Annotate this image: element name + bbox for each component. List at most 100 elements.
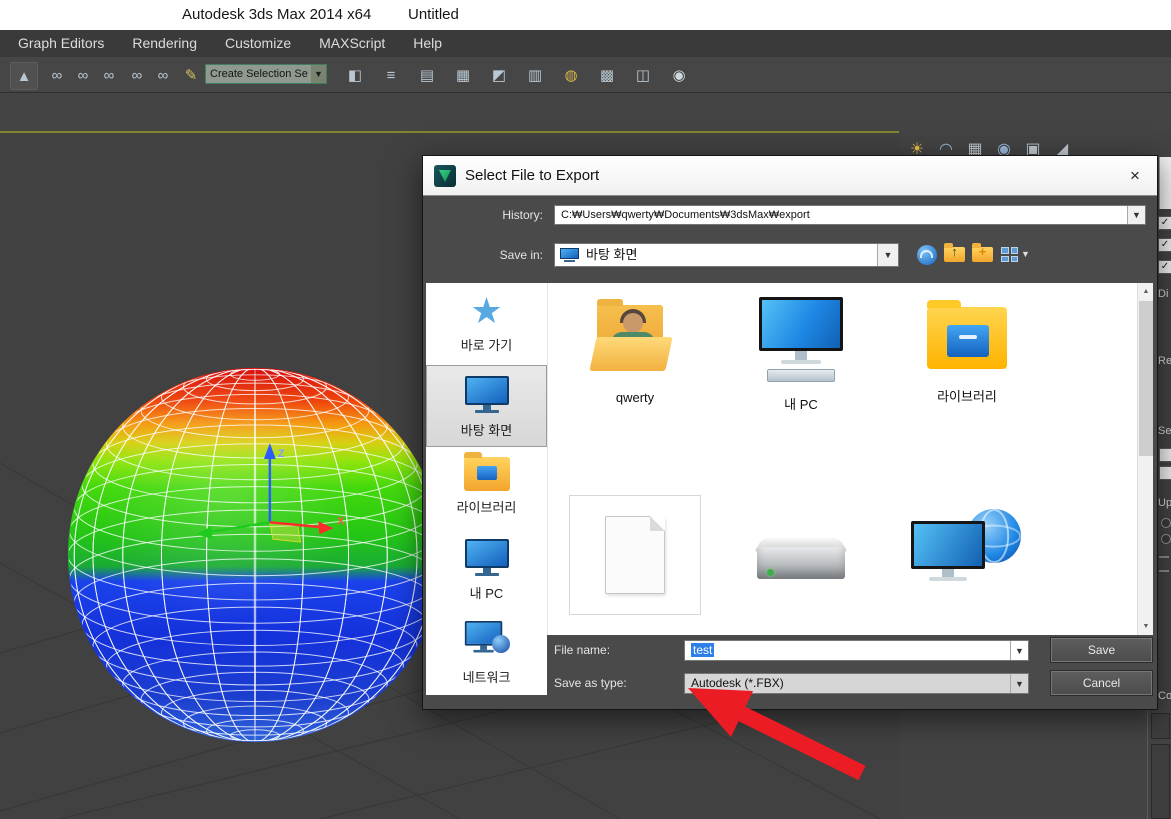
- save-in-label: Save in:: [499, 248, 543, 262]
- save-in-dropdown-arrow-icon[interactable]: ▼: [877, 244, 898, 266]
- file-item-blank-file[interactable]: [552, 495, 718, 615]
- dialog-titlebar[interactable]: Select File to Export ×: [423, 156, 1157, 196]
- select-file-to-export-dialog: Select File to Export × History: C:₩User…: [422, 155, 1158, 710]
- dialog-title: Select File to Export: [465, 167, 600, 184]
- save-in-combobox[interactable]: 바탕 화면 ▼: [554, 243, 899, 267]
- network-computer-icon: [911, 509, 1023, 597]
- libraries-folder-icon: [463, 452, 510, 491]
- scroll-down-icon[interactable]: ▼: [1138, 618, 1153, 635]
- file-item-label: qwerty: [615, 390, 655, 405]
- sphere-shading: [67, 367, 443, 743]
- file-item-drive[interactable]: [718, 495, 884, 615]
- computer-icon: [753, 297, 849, 385]
- panel-checkbox-2[interactable]: ✓: [1158, 238, 1171, 252]
- save-as-type-label: Save as type:: [554, 676, 627, 690]
- place-label: 라이브러리: [456, 500, 517, 515]
- curve-editor-icon[interactable]: ◩: [486, 62, 512, 88]
- material-editor-icon[interactable]: ◍: [558, 62, 584, 88]
- menu-rendering[interactable]: Rendering: [118, 30, 211, 57]
- file-name-dropdown-arrow-icon[interactable]: ▼: [1010, 641, 1028, 660]
- selection-set-combobox[interactable]: Create Selection Se ▼: [205, 64, 327, 84]
- schematic-view-icon[interactable]: ▥: [522, 62, 548, 88]
- 3dsmax-export-icon: [434, 165, 456, 187]
- libraries-big-icon: [919, 297, 1015, 377]
- desktop-mini-icon: [560, 248, 579, 263]
- window-titlebar: Autodesk 3ds Max 2014 x64 Untitled: [0, 0, 1171, 30]
- place-label: 바탕 화면: [460, 423, 513, 438]
- viewport-sphere-object[interactable]: Z X: [57, 356, 453, 752]
- panel-checkbox-1[interactable]: ✓: [1158, 216, 1171, 230]
- scrollbar-thumb[interactable]: [1139, 301, 1153, 456]
- combo-arrow-icon[interactable]: ▼: [311, 65, 326, 83]
- file-name-label: File name:: [554, 643, 611, 657]
- quick-access-star-icon: ★: [470, 290, 503, 331]
- close-icon[interactable]: ×: [1123, 164, 1147, 188]
- view-menu-icon[interactable]: [1001, 247, 1018, 262]
- back-to-last-folder-icon[interactable]: [917, 245, 937, 265]
- render-setup-icon[interactable]: ▩: [594, 62, 620, 88]
- selection-set-value: Create Selection Se: [210, 68, 308, 80]
- save-as-type-combobox[interactable]: Autodesk (*.FBX) ▼: [684, 673, 1029, 694]
- menu-graph-editors[interactable]: Graph Editors: [4, 30, 118, 57]
- place-network[interactable]: 네트워크: [426, 611, 547, 693]
- rendered-frame-icon[interactable]: ◫: [630, 62, 656, 88]
- place-quick-access[interactable]: ★ 바로 가기: [426, 283, 547, 365]
- panel-checkbox-3[interactable]: ✓: [1158, 260, 1171, 274]
- up-one-level-icon[interactable]: ↑: [944, 243, 965, 262]
- menu-help[interactable]: Help: [399, 30, 456, 57]
- file-name-combobox[interactable]: test ▼: [684, 640, 1029, 661]
- save-button[interactable]: Save: [1051, 638, 1152, 662]
- file-list[interactable]: qwerty 내 PC 라이브러리 ▲ ▼: [547, 283, 1153, 635]
- panel-rollout-fragment-2: [1151, 744, 1170, 819]
- place-label: 바로 가기: [460, 338, 513, 353]
- menu-maxscript[interactable]: MAXScript: [305, 30, 399, 57]
- panel-label-fragment-1: Di: [1158, 288, 1169, 300]
- places-bar: ★ 바로 가기 바탕 화면 라이브러리 내 PC 네트워크: [426, 283, 547, 695]
- panel-rollout-fragment-1: [1151, 713, 1170, 739]
- view-menu-arrow-icon[interactable]: ▼: [1021, 249, 1030, 259]
- gizmo-z-label: Z: [278, 448, 285, 460]
- gizmo-x-label: X: [337, 515, 345, 527]
- history-dropdown-arrow-icon[interactable]: ▼: [1127, 206, 1145, 224]
- render-production-icon[interactable]: ◉: [666, 62, 692, 88]
- panel-label-fragment-2: Re: [1158, 355, 1171, 367]
- panel-radio-2[interactable]: [1161, 534, 1171, 544]
- place-desktop[interactable]: 바탕 화면: [426, 365, 547, 447]
- file-item-libraries[interactable]: 라이브러리: [884, 297, 1050, 413]
- file-item-qwerty[interactable]: qwerty: [552, 297, 718, 413]
- history-combobox[interactable]: C:₩Users₩qwerty₩Documents₩3dsMax₩export …: [554, 205, 1146, 225]
- ribbon-toggle-icon[interactable]: ▦: [450, 62, 476, 88]
- panel-checkbox-5[interactable]: [1159, 466, 1171, 480]
- vertical-scrollbar[interactable]: ▲ ▼: [1137, 283, 1153, 635]
- file-item-network-pc[interactable]: [884, 495, 1050, 615]
- file-item-this-pc[interactable]: 내 PC: [718, 297, 884, 413]
- new-folder-icon[interactable]: +: [972, 243, 993, 262]
- app-title: Autodesk 3ds Max 2014 x64: [182, 6, 372, 23]
- place-this-pc[interactable]: 내 PC: [426, 529, 547, 611]
- bind-spacewarp-icon[interactable]: ∞: [96, 62, 122, 88]
- panel-toggle-icon[interactable]: ▲: [10, 62, 38, 90]
- link-constraint-icon[interactable]: ∞: [124, 62, 150, 88]
- link-info-icon[interactable]: ∞: [150, 62, 176, 88]
- scroll-up-icon[interactable]: ▲: [1138, 283, 1153, 300]
- panel-label-fragment-3: Se: [1158, 425, 1171, 437]
- file-name-value: test: [691, 643, 715, 657]
- cancel-button[interactable]: Cancel: [1051, 671, 1152, 695]
- panel-radio-1[interactable]: [1161, 518, 1171, 528]
- blank-file-icon: [605, 516, 665, 594]
- mirror-icon[interactable]: ◧: [342, 62, 368, 88]
- file-item-label: 라이브러리: [937, 389, 997, 404]
- this-pc-monitor-icon: [464, 539, 510, 577]
- place-label: 내 PC: [469, 586, 504, 601]
- document-title: Untitled: [408, 6, 459, 23]
- save-as-type-dropdown-arrow-icon[interactable]: ▼: [1010, 674, 1028, 693]
- place-libraries[interactable]: 라이브러리: [426, 447, 547, 529]
- paint-selection-icon[interactable]: ✎: [178, 62, 204, 88]
- menu-customize[interactable]: Customize: [211, 30, 305, 57]
- select-link-icon[interactable]: ∞: [44, 62, 70, 88]
- place-label: 네트워크: [462, 670, 511, 685]
- layer-manager-icon[interactable]: ▤: [414, 62, 440, 88]
- align-icon[interactable]: ≡: [378, 62, 404, 88]
- unlink-selection-icon[interactable]: ∞: [70, 62, 96, 88]
- panel-checkbox-4[interactable]: [1159, 448, 1171, 462]
